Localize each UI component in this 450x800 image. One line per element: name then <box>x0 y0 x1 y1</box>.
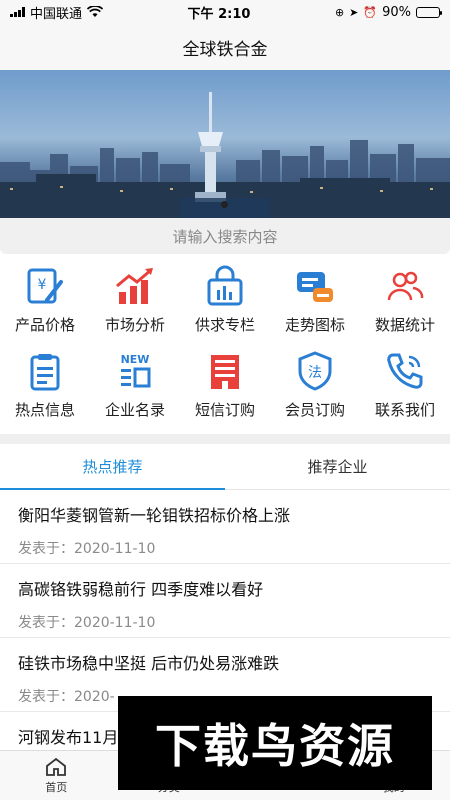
news-date: 发表于：2020-11-10 <box>18 615 156 631</box>
signal-icon <box>10 7 25 17</box>
watermark-text: 下载鸟资源 <box>155 719 395 773</box>
page-title: 全球铁合金 <box>182 39 268 60</box>
feature-grid: ¥ 产品价格 市场分析 供求专栏 走势图标 数据统计 热点信息 NEW 企业名录… <box>0 254 450 426</box>
watermark-overlay: 下载鸟资源 <box>118 696 432 790</box>
grid-item-supply-demand[interactable]: 供求专栏 <box>180 264 270 335</box>
orientation-lock-icon: ⊕ <box>334 5 345 19</box>
grid-label: 产品价格 <box>14 316 75 334</box>
home-icon <box>46 757 67 776</box>
building-icon <box>203 349 247 393</box>
grid-item-trend-chart[interactable]: 走势图标 <box>270 264 360 335</box>
news-title: 高碳铬铁弱稳前行 四季度难以看好 <box>18 580 264 599</box>
carousel-indicator[interactable] <box>221 201 228 208</box>
news-date: 发表于：2020-11-10 <box>18 541 156 557</box>
grid-item-contact-us[interactable]: 联系我们 <box>360 349 450 420</box>
search-input[interactable]: 请输入搜索内容 <box>0 218 450 254</box>
tab-label: 热点推荐 <box>82 458 143 476</box>
search-placeholder: 请输入搜索内容 <box>172 227 278 246</box>
list-item[interactable]: 衡阳华菱钢管新一轮钼铁招标价格上涨 发表于：2020-11-10 <box>0 490 450 564</box>
tabbar-label: 首页 <box>45 780 68 794</box>
grid-label: 市场分析 <box>104 316 165 334</box>
status-left: 中国联通 <box>10 3 104 22</box>
users-icon <box>383 264 427 308</box>
grid-item-sms-subscription[interactable]: 短信订购 <box>180 349 270 420</box>
grid-label: 企业名录 <box>104 401 165 419</box>
location-icon: ➤ <box>349 5 359 19</box>
tabbar-home[interactable]: 首页 <box>0 751 113 800</box>
news-title: 硅铁市场稳中坚挺 后市仍处易涨难跌 <box>18 654 280 673</box>
new-list-icon: NEW <box>113 349 157 393</box>
alarm-icon: ⏰ <box>363 5 378 19</box>
app-screen: 中国联通 下午 2:10 ⊕ ➤ ⏰ 90% 全球铁合金 请输入搜索内容 ¥ 产… <box>0 0 450 800</box>
carrier-name: 中国联通 <box>30 6 83 22</box>
shopping-bag-icon <box>203 264 247 308</box>
trend-chat-icon <box>293 264 337 308</box>
grid-item-hot-info[interactable]: 热点信息 <box>0 349 90 420</box>
tab-recommended-companies[interactable]: 推荐企业 <box>225 444 450 489</box>
grid-label: 短信订购 <box>194 401 255 419</box>
price-tag-icon: ¥ <box>23 264 67 308</box>
grid-label: 供求专栏 <box>194 316 255 334</box>
city-skyline-illustration <box>0 92 450 220</box>
nav-bar: 全球铁合金 <box>0 24 450 70</box>
news-title: 衡阳华菱钢管新一轮钼铁招标价格上涨 <box>18 506 291 525</box>
grid-label: 热点信息 <box>14 401 75 419</box>
grid-item-market-analysis[interactable]: 市场分析 <box>90 264 180 335</box>
content-tabs: 热点推荐 推荐企业 <box>0 444 450 490</box>
battery-icon <box>416 6 442 18</box>
grid-item-company-directory[interactable]: NEW 企业名录 <box>90 349 180 420</box>
tab-hot-recommend[interactable]: 热点推荐 <box>0 444 225 490</box>
section-divider <box>0 434 450 444</box>
status-right: ⊕ ➤ ⏰ 90% <box>334 4 442 20</box>
grid-item-data-stats[interactable]: 数据统计 <box>360 264 450 335</box>
wifi-icon <box>87 6 104 17</box>
grid-item-product-price[interactable]: ¥ 产品价格 <box>0 264 90 335</box>
banner-image[interactable] <box>0 70 450 220</box>
clipboard-icon <box>23 349 67 393</box>
grid-label: 会员订购 <box>284 401 345 419</box>
law-glyph: 法 <box>308 365 322 381</box>
grid-label: 数据统计 <box>374 316 435 334</box>
chart-up-icon <box>113 264 157 308</box>
list-item[interactable]: 高碳铬铁弱稳前行 四季度难以看好 发表于：2020-11-10 <box>0 564 450 638</box>
grid-label: 联系我们 <box>374 401 435 419</box>
tab-label: 推荐企业 <box>307 458 368 476</box>
yen-glyph: ¥ <box>38 277 47 293</box>
grid-label: 走势图标 <box>284 316 345 334</box>
new-badge-text: NEW <box>121 353 150 366</box>
phone-icon <box>383 349 427 393</box>
shield-law-icon: 法 <box>293 349 337 393</box>
grid-item-member-subscription[interactable]: 法 会员订购 <box>270 349 360 420</box>
status-time: 下午 2:10 <box>187 6 251 22</box>
status-bar: 中国联通 下午 2:10 ⊕ ➤ ⏰ 90% <box>0 0 450 24</box>
battery-percent: 90% <box>382 4 411 20</box>
